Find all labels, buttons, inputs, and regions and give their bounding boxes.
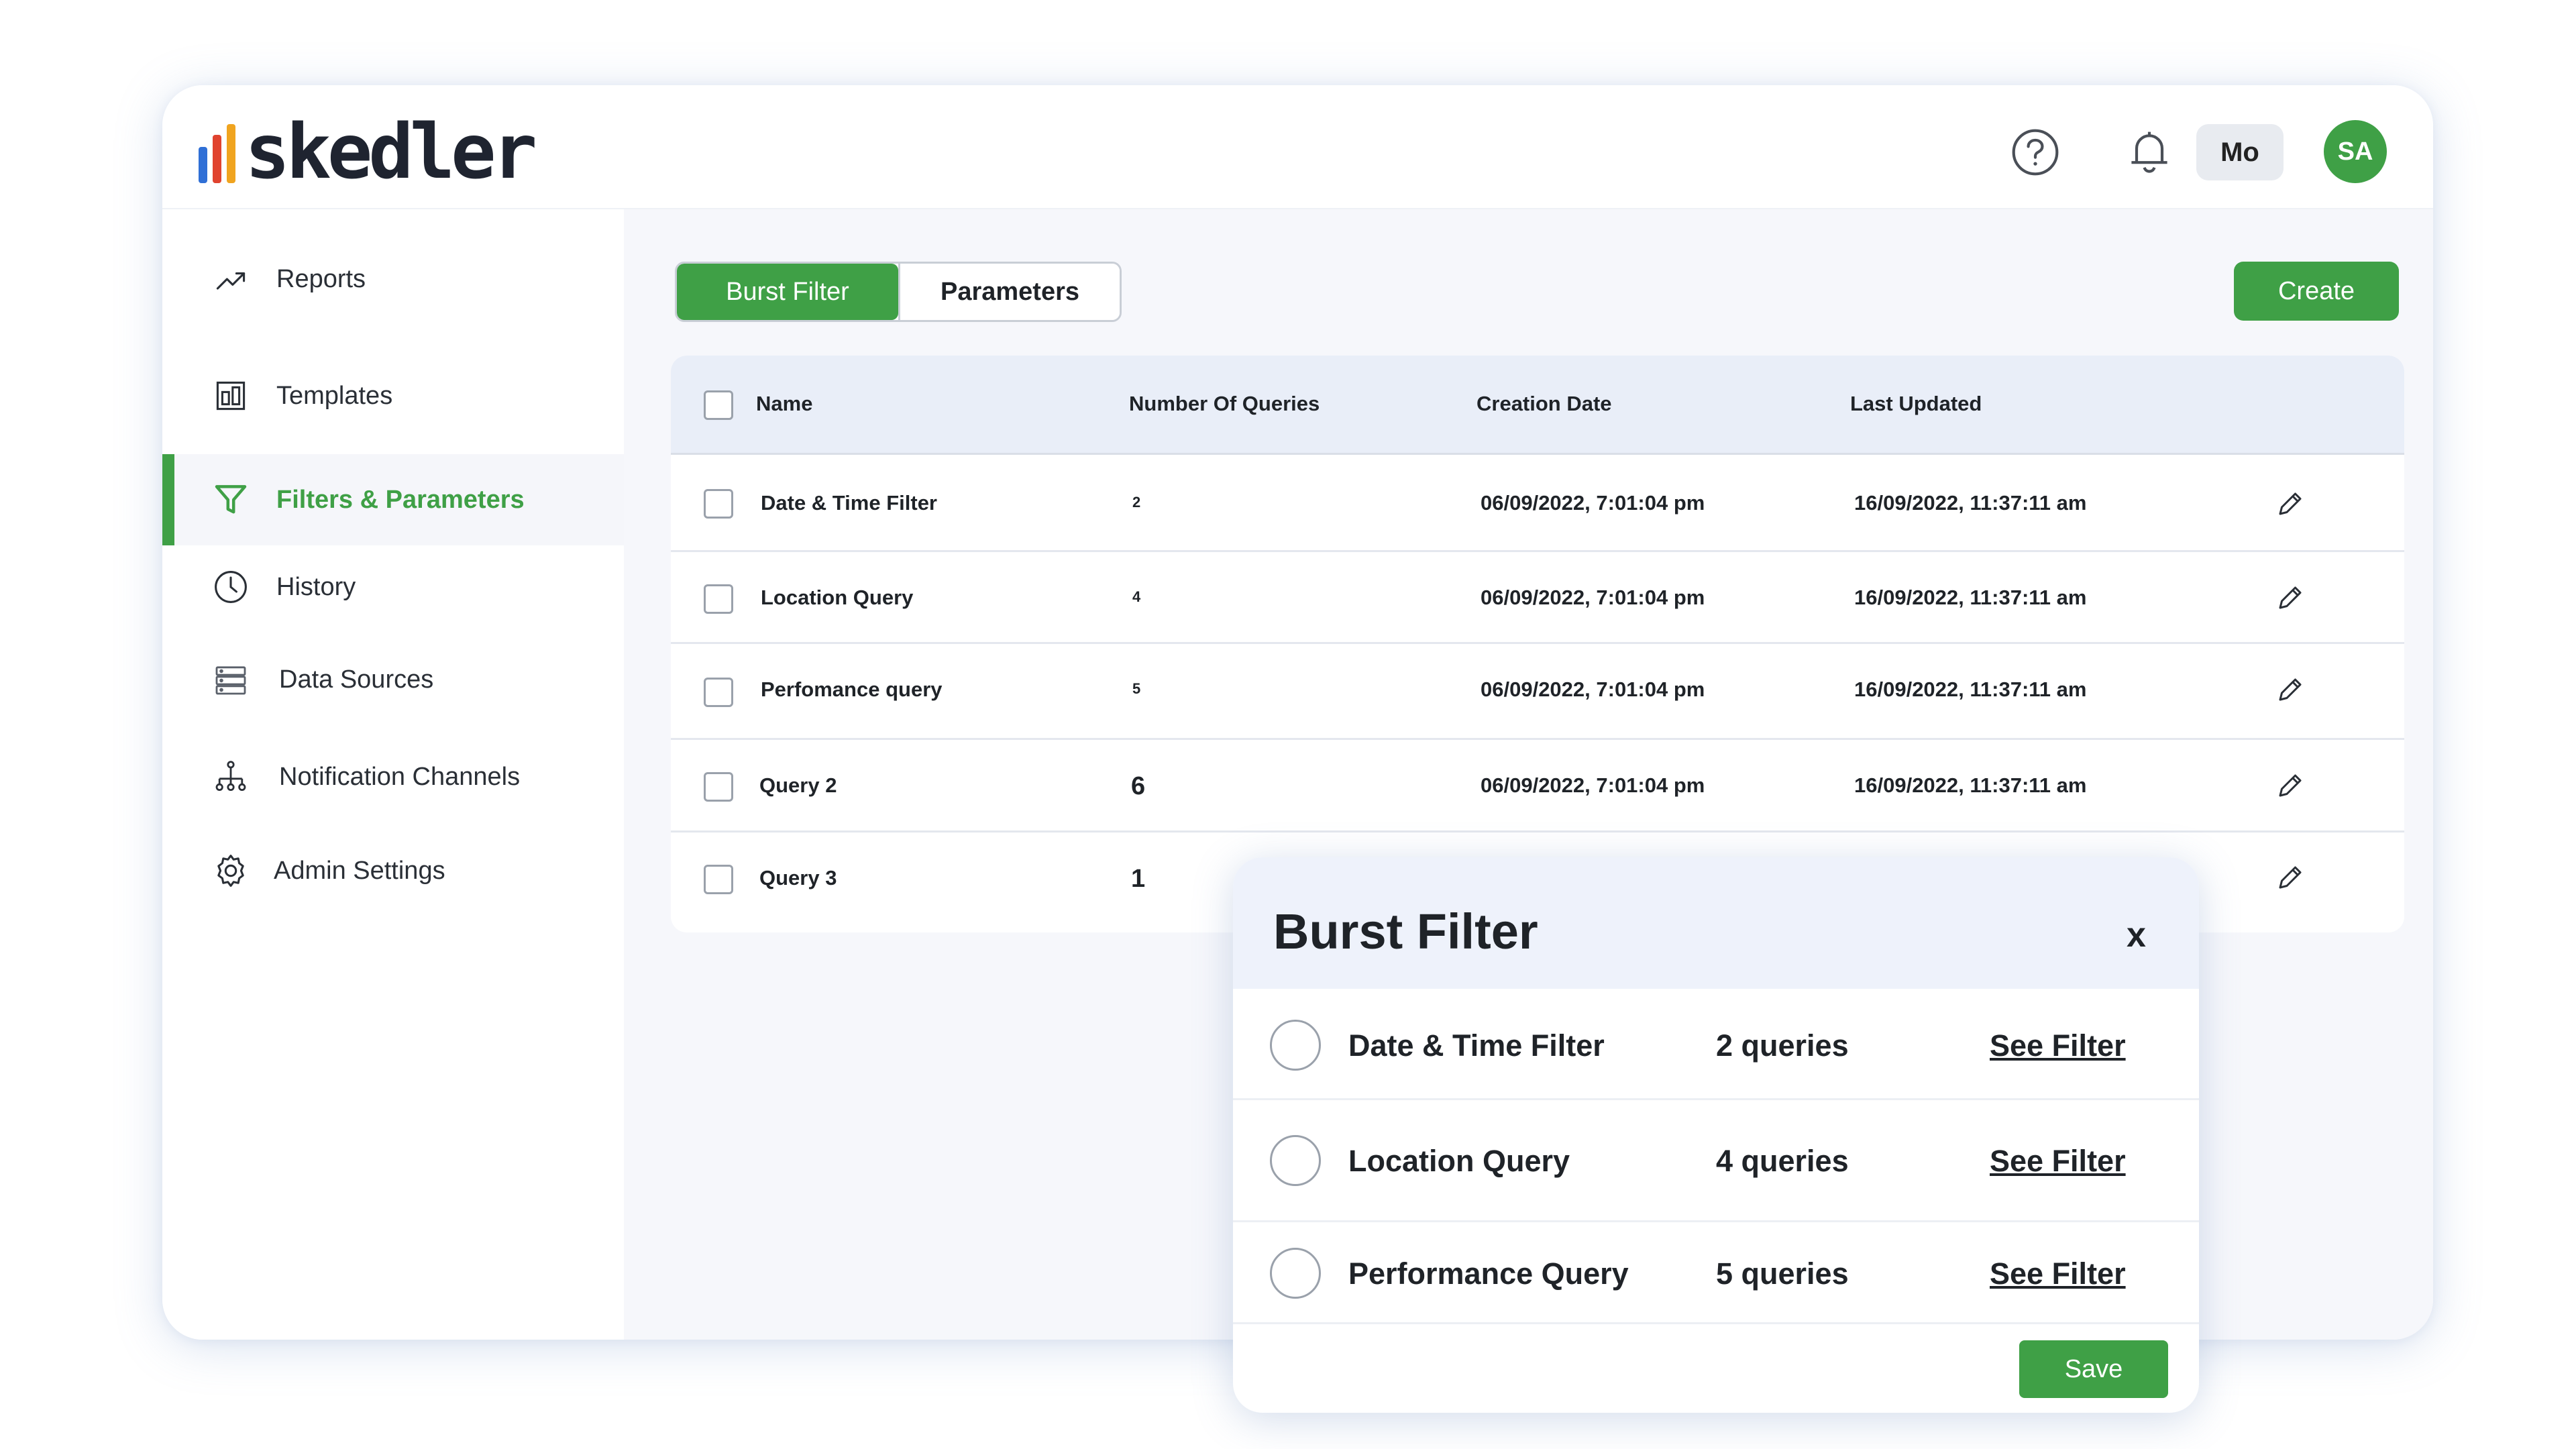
save-button[interactable]: Save — [2019, 1340, 2168, 1398]
trend-chart-icon — [211, 259, 251, 299]
see-filter-link[interactable]: See Filter — [1990, 1028, 2126, 1063]
burst-filter-modal: Burst Filter x Date & Time Filter 2 quer… — [1233, 857, 2199, 1413]
sidebar-item-label: Filters & Parameters — [276, 485, 525, 514]
sidebar-item-label: History — [276, 572, 356, 601]
cell-queries: 5 — [1132, 680, 1141, 697]
sidebar-item-label: Templates — [276, 381, 393, 410]
sidebar-item-label: Notification Channels — [279, 762, 521, 791]
row-checkbox[interactable] — [704, 584, 733, 614]
gear-icon — [211, 851, 251, 891]
row-checkbox[interactable] — [704, 489, 733, 519]
logo-text: skedler — [245, 109, 537, 196]
cell-creation-date: 06/09/2022, 7:01:04 pm — [1481, 678, 1705, 701]
sidebar-item-admin-settings[interactable]: Admin Settings — [162, 825, 624, 916]
column-header-name: Name — [756, 392, 813, 415]
edit-pencil-icon[interactable] — [2273, 487, 2307, 521]
cell-last-updated: 16/09/2022, 11:37:11 am — [1854, 491, 2087, 515]
radio-button[interactable] — [1270, 1248, 1321, 1299]
filter-query-count: 2 queries — [1716, 1028, 1849, 1063]
sidebar-item-reports[interactable]: Reports — [162, 233, 624, 325]
modal-title: Burst Filter — [1273, 904, 1538, 959]
cell-name: Query 3 — [759, 866, 837, 890]
column-header-queries: Number Of Queries — [1129, 392, 1320, 415]
filter-funnel-icon — [211, 480, 251, 520]
table-row[interactable]: Perfomance query 5 06/09/2022, 7:01:04 p… — [671, 644, 2404, 740]
help-icon[interactable] — [2008, 125, 2062, 179]
select-all-checkbox[interactable] — [704, 390, 733, 420]
cell-queries: 6 — [1131, 772, 1146, 800]
sidebar-item-label: Admin Settings — [274, 856, 445, 885]
skedler-logo[interactable]: skedler — [199, 109, 537, 196]
top-bar: skedler Mo SA — [162, 85, 2433, 209]
sidebar-item-label: Reports — [276, 264, 366, 293]
cell-creation-date: 06/09/2022, 7:01:04 pm — [1481, 491, 1705, 515]
table-row[interactable]: Location Query 4 06/09/2022, 7:01:04 pm … — [671, 552, 2404, 644]
cell-last-updated: 16/09/2022, 11:37:11 am — [1854, 678, 2087, 701]
sidebar-item-notification-channels[interactable]: Notification Channels — [162, 731, 624, 822]
see-filter-link[interactable]: See Filter — [1990, 1144, 2126, 1179]
cell-last-updated: 16/09/2022, 11:37:11 am — [1854, 586, 2087, 609]
network-tree-icon — [211, 757, 251, 797]
cell-name: Perfomance query — [761, 678, 943, 701]
database-icon — [211, 659, 251, 700]
bell-icon[interactable] — [2123, 125, 2176, 179]
cell-queries: 1 — [1131, 865, 1146, 893]
filter-tabs: Burst Filter Parameters — [675, 262, 1122, 322]
list-item[interactable]: Date & Time Filter 2 queries See Filter — [1233, 989, 2199, 1100]
template-layout-icon — [211, 376, 251, 416]
edit-pencil-icon[interactable] — [2273, 861, 2307, 894]
filters-table: Name Number Of Queries Creation Date Las… — [671, 356, 2404, 932]
row-checkbox[interactable] — [704, 865, 733, 894]
sidebar: Reports Templates Filters & Parameters H… — [162, 209, 624, 1340]
table-row[interactable]: Date & Time Filter 2 06/09/2022, 7:01:04… — [671, 455, 2404, 552]
table-row[interactable]: Query 2 6 06/09/2022, 7:01:04 pm 16/09/2… — [671, 740, 2404, 833]
column-header-last-updated: Last Updated — [1850, 392, 1982, 415]
sidebar-item-history[interactable]: History — [162, 541, 624, 633]
sidebar-item-templates[interactable]: Templates — [162, 350, 624, 441]
logo-bars-icon — [199, 123, 235, 183]
cell-queries: 2 — [1132, 494, 1141, 511]
radio-button[interactable] — [1270, 1135, 1321, 1186]
cell-queries: 4 — [1132, 588, 1141, 605]
see-filter-link[interactable]: See Filter — [1990, 1256, 2126, 1291]
cell-last-updated: 16/09/2022, 11:37:11 am — [1854, 773, 2087, 797]
list-item[interactable]: Location Query 4 queries See Filter — [1233, 1100, 2199, 1222]
filter-name: Location Query — [1348, 1144, 1570, 1178]
sidebar-item-filters-parameters[interactable]: Filters & Parameters — [162, 454, 624, 545]
avatar[interactable]: SA — [2324, 120, 2387, 183]
clock-icon — [211, 567, 251, 607]
edit-pencil-icon[interactable] — [2273, 581, 2307, 614]
create-button[interactable]: Create — [2234, 262, 2399, 321]
row-checkbox[interactable] — [704, 772, 733, 802]
filter-name: Date & Time Filter — [1348, 1028, 1605, 1063]
close-button[interactable]: x — [2127, 915, 2146, 955]
column-header-creation-date: Creation Date — [1477, 392, 1612, 415]
cell-name: Date & Time Filter — [761, 491, 938, 515]
list-item[interactable]: Performance Query 5 queries See Filter — [1233, 1222, 2199, 1324]
cell-creation-date: 06/09/2022, 7:01:04 pm — [1481, 586, 1705, 609]
edit-pencil-icon[interactable] — [2273, 769, 2307, 802]
sidebar-item-label: Data Sources — [279, 665, 434, 694]
edit-pencil-icon[interactable] — [2273, 673, 2307, 706]
row-checkbox[interactable] — [704, 678, 733, 707]
cell-name: Location Query — [761, 586, 914, 609]
table-header: Name Number Of Queries Creation Date Las… — [671, 356, 2404, 455]
filter-name: Performance Query — [1348, 1256, 1629, 1291]
sidebar-item-data-sources[interactable]: Data Sources — [162, 634, 624, 725]
cell-creation-date: 06/09/2022, 7:01:04 pm — [1481, 773, 1705, 797]
tab-parameters[interactable]: Parameters — [898, 264, 1120, 320]
cell-name: Query 2 — [759, 773, 837, 797]
radio-button[interactable] — [1270, 1020, 1321, 1071]
filter-query-count: 4 queries — [1716, 1144, 1849, 1178]
filter-query-count: 5 queries — [1716, 1256, 1849, 1291]
language-button[interactable]: Mo — [2196, 124, 2284, 180]
modal-header: Burst Filter x — [1233, 857, 2199, 989]
tab-burst-filter[interactable]: Burst Filter — [677, 264, 898, 320]
